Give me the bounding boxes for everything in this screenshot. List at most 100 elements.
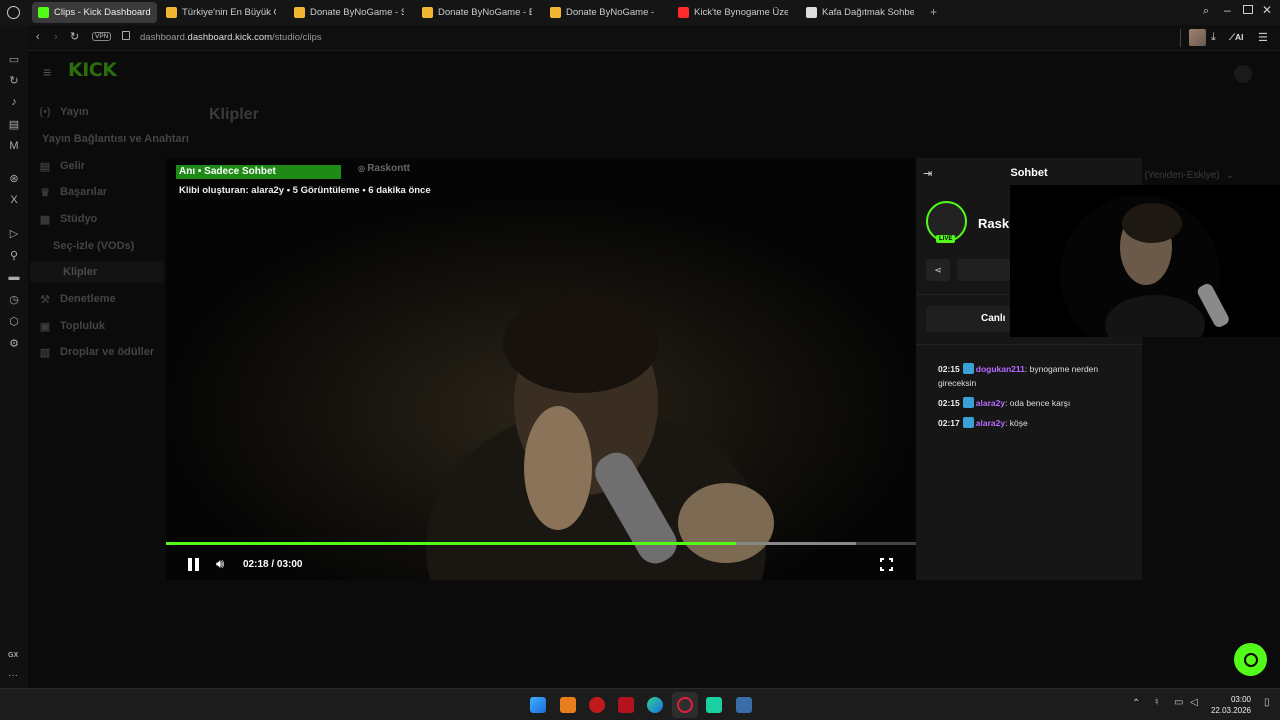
forward-icon[interactable]: › <box>54 31 58 43</box>
pause-icon[interactable] <box>187 558 199 571</box>
notes-icon[interactable]: ▤ <box>7 117 21 131</box>
webcam-overlay[interactable] <box>1010 185 1280 337</box>
tab-favicon-icon <box>550 7 561 18</box>
fullscreen-icon[interactable] <box>879 557 894 572</box>
reload-icon[interactable]: ↻ <box>70 30 79 43</box>
nav-item[interactable]: ♛ Başarılar <box>38 181 107 203</box>
app-f-icon[interactable] <box>560 697 576 713</box>
download-icon[interactable]: ⤓ <box>1211 31 1216 44</box>
clip-video-player[interactable]: Anı • Sadece Sohbet ◎ Raskontt Klibi olu… <box>166 158 916 580</box>
drops-icon: ▥ <box>39 346 51 359</box>
url-field[interactable]: dashboard.dashboard.kick.com/studio/clip… <box>140 32 322 43</box>
network-icon[interactable]: ▭ <box>1174 697 1183 708</box>
nav-item-label: Topluluk <box>60 320 106 332</box>
tab-favicon-icon <box>38 7 49 18</box>
profile-avatar[interactable] <box>1189 29 1206 46</box>
easy-setup-icon[interactable]: ☰ <box>1258 31 1268 44</box>
share-icon[interactable]: ⋖ <box>926 259 950 281</box>
nav-item[interactable]: Seç-izle (VODs) <box>53 235 134 257</box>
nav-item[interactable]: Yayın Bağlantısı ve Anahtarı <box>42 128 189 150</box>
channel-name[interactable]: Rask <box>978 216 1009 231</box>
extensions-icon[interactable]: ⬡ <box>7 314 21 328</box>
user-badge-icon <box>962 397 974 408</box>
volume-icon[interactable]: 🔊︎ <box>216 556 224 572</box>
notifications-icon[interactable]: ▯ <box>1264 697 1270 708</box>
message-username[interactable]: alara2y <box>976 418 1005 428</box>
nav-item[interactable]: ⚒ Denetleme <box>38 288 116 310</box>
wallet-icon[interactable]: ▭ <box>7 52 21 66</box>
app-sw-icon[interactable] <box>589 697 605 713</box>
clip-info: Klibi oluşturan: alara2y • 5 Görüntüleme… <box>179 185 431 196</box>
page-title: Klipler <box>209 106 259 123</box>
nav-item[interactable]: ▦ Stüdyo <box>38 208 97 230</box>
opera-gx-menu-icon[interactable] <box>7 6 20 19</box>
message-text: : oda bence karşı <box>1005 398 1071 408</box>
back-icon[interactable]: ‹ <box>36 31 40 43</box>
studio-icon: ▦ <box>39 213 51 226</box>
user-avatar[interactable] <box>1234 65 1252 83</box>
message-time: 02:15 <box>938 364 960 374</box>
live-badge: LIVE <box>936 235 956 243</box>
message-username[interactable]: alara2y <box>976 398 1005 408</box>
calculator-icon[interactable] <box>736 697 752 713</box>
edge-icon[interactable] <box>647 697 663 713</box>
lock-icon[interactable] <box>122 31 130 40</box>
x-twitter-icon[interactable]: X <box>7 193 21 207</box>
message-username[interactable]: dogukan211 <box>976 364 1025 374</box>
history-icon[interactable]: ◷ <box>7 292 21 306</box>
maximize-icon[interactable] <box>1243 5 1253 14</box>
browser-sidebar: ▭ ↻ ♪ ▤ M ⊛ X ▷ ⚲ ▬ ◷ ⬡ ⚙ GX ··· <box>0 25 28 688</box>
player-icon[interactable]: ♪ <box>7 95 21 109</box>
browser-tab[interactable]: Kick'te Bynogame Üzerin <box>672 2 794 23</box>
hamburger-menu-icon[interactable]: ≡ <box>43 64 51 80</box>
search-tabs-icon[interactable]: ⌕ <box>1203 5 1209 18</box>
gx-label[interactable]: GX <box>8 652 18 659</box>
play-icon[interactable]: ▷ <box>7 226 21 240</box>
nav-item-label: Gelir <box>60 160 86 172</box>
channel-watermark: ◎ Raskontt <box>358 163 410 174</box>
nav-item-label: Klipler <box>63 266 98 278</box>
browser-tab[interactable]: Donate ByNoGame - Strea <box>288 2 410 23</box>
tray-chevron-icon[interactable]: ⌃ <box>1132 698 1140 709</box>
tab-label: Donate ByNoGame - BNG <box>566 7 654 18</box>
keyboard-icon[interactable]: ▬ <box>7 270 21 284</box>
chat-action-button[interactable] <box>957 259 1017 281</box>
clip-category-banner: Anı • Sadece Sohbet <box>176 165 341 179</box>
speaker-icon[interactable]: ◁ <box>1190 697 1198 708</box>
messenger-icon[interactable]: M <box>7 139 21 153</box>
browser-tab[interactable]: Clips - Kick Dashboard <box>32 2 157 23</box>
browser-tab[interactable]: Donate ByNoGame - BNG <box>544 2 660 23</box>
app-nx-icon[interactable] <box>618 697 634 713</box>
clock-time: 03:00 <box>1230 695 1251 704</box>
ai-button[interactable]: ⟋AI <box>1229 32 1243 43</box>
tab-favicon-icon <box>422 7 433 18</box>
refresh-sidebar-icon[interactable]: ↻ <box>7 73 21 87</box>
pin-icon[interactable]: ⚲ <box>7 248 21 262</box>
nav-item[interactable]: ▣ Topluluk <box>38 315 105 337</box>
minimize-icon[interactable]: – <box>1224 3 1231 17</box>
new-tab-icon[interactable]: + <box>930 5 937 19</box>
user-badge-icon <box>962 417 974 428</box>
nav-item[interactable]: ▥ Droplar ve ödüller <box>38 341 154 363</box>
chatgpt-icon[interactable]: ⊛ <box>7 171 21 185</box>
close-icon[interactable]: ✕ <box>1262 3 1272 17</box>
opera-gx-icon[interactable] <box>677 697 693 713</box>
kick-logo[interactable]: KICK <box>68 59 117 81</box>
start-icon[interactable] <box>530 697 546 713</box>
trophy-icon: ♛ <box>40 186 50 199</box>
nav-item[interactable]: Klipler <box>30 261 164 283</box>
tab-label: Donate ByNoGame - Strea <box>310 7 404 18</box>
app-green-icon[interactable] <box>706 697 722 713</box>
browser-tab[interactable]: Türkiye'nin En Büyük Oyu <box>160 2 282 23</box>
vpn-badge[interactable]: VPN <box>92 32 112 41</box>
nav-item[interactable]: ▤ Gelir <box>38 155 85 177</box>
nav-item[interactable]: (•) Yayın <box>38 101 88 123</box>
microphone-icon[interactable]: ♮ <box>1155 697 1159 708</box>
more-icon[interactable]: ··· <box>8 670 18 681</box>
browser-tab[interactable]: Donate ByNoGame - BNG <box>416 2 538 23</box>
support-chat-button[interactable] <box>1234 643 1267 676</box>
browser-tab[interactable]: Kafa Dağıtmak Sohbeti <box>800 2 920 23</box>
settings-icon[interactable]: ⚙ <box>7 336 21 350</box>
time-display: 02:18 / 03:00 <box>243 559 303 570</box>
clock[interactable]: 03:00 22.03.2026 <box>1205 694 1251 716</box>
